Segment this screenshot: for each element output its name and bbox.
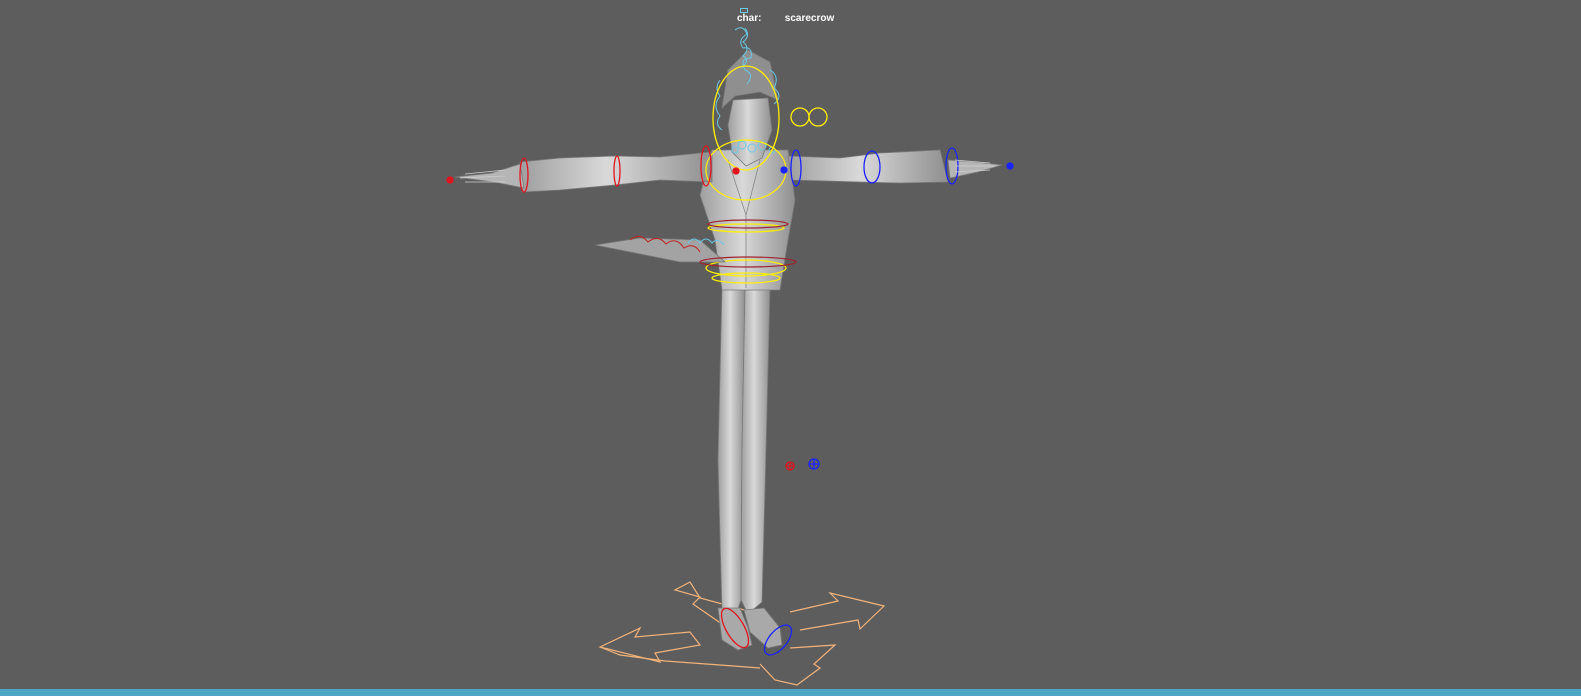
left-ik-handle[interactable] <box>446 176 454 184</box>
eye-control-right[interactable] <box>808 107 828 127</box>
mesh-arm-left[interactable] <box>454 151 713 193</box>
character-hud: char: scarecrow <box>737 13 834 24</box>
mesh-legs[interactable] <box>717 287 783 651</box>
char-value: scarecrow <box>784 13 835 24</box>
3d-viewport[interactable]: char: scarecrow <box>0 0 1581 689</box>
right-side-controls[interactable] <box>760 147 1014 660</box>
right-ik-handle[interactable] <box>1006 162 1014 170</box>
scene-canvas[interactable] <box>0 0 1581 689</box>
timeline-bar[interactable] <box>0 689 1581 696</box>
eye-control-left[interactable] <box>790 107 810 127</box>
char-label: char: <box>737 13 762 24</box>
mesh-arm-right[interactable] <box>787 149 1003 184</box>
